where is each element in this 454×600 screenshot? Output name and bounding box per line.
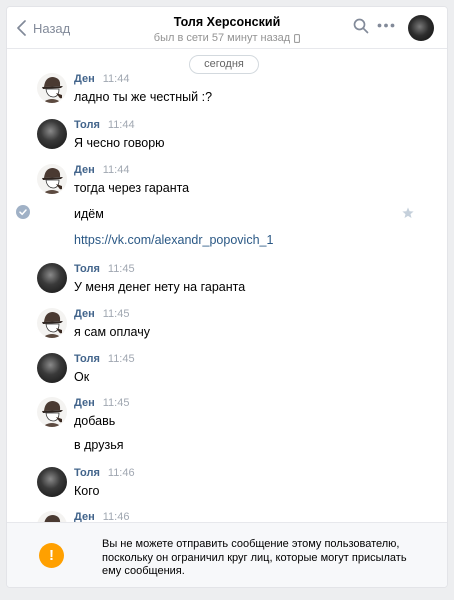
date-divider: сегодня <box>189 55 259 74</box>
avatar[interactable] <box>37 397 67 427</box>
avatar[interactable] <box>37 119 67 149</box>
message-time[interactable]: 11:46 <box>108 467 135 479</box>
message-time[interactable]: 11:45 <box>103 397 130 409</box>
message-text: Кого <box>74 484 100 498</box>
message-meta: Толя 11:45 <box>74 263 135 275</box>
message-time[interactable]: 11:44 <box>103 73 130 85</box>
warning-icon: ! <box>39 543 64 568</box>
avatar[interactable] <box>37 511 67 522</box>
search-icon[interactable] <box>353 18 369 34</box>
chat-window: Назад Толя Херсонский был в сети 57 мину… <box>6 6 448 588</box>
online-status: был в сети 57 минут назад <box>153 32 291 44</box>
message-meta: Ден 11:44 <box>74 73 129 85</box>
message-history[interactable]: сегодня Ден 11:44 ладно ты же честный :?… <box>7 49 447 522</box>
message-time[interactable]: 11:44 <box>108 119 135 131</box>
message-text: в друзья <box>74 438 124 452</box>
detective-avatar-icon <box>42 77 63 103</box>
author-name[interactable]: Ден <box>74 164 95 176</box>
message-time[interactable]: 11:46 <box>103 511 130 522</box>
author-name[interactable]: Толя <box>74 119 100 131</box>
chat-title-block[interactable]: Толя Херсонский был в сети 57 минут наза… <box>147 15 307 44</box>
mobile-phone-icon <box>294 33 301 43</box>
message-meta: Толя 11:44 <box>74 119 135 131</box>
message-time[interactable]: 11:45 <box>108 353 135 365</box>
author-name[interactable]: Ден <box>74 511 95 522</box>
detective-avatar-icon <box>42 168 63 194</box>
message-meta: Ден 11:45 <box>74 308 129 320</box>
message-link[interactable]: https://vk.com/alexandr_popovich_1 <box>74 233 273 247</box>
author-name[interactable]: Толя <box>74 467 100 479</box>
message-meta: Ден 11:46 <box>74 511 129 522</box>
message-text: добавь <box>74 414 116 428</box>
message-text: идём <box>74 207 104 221</box>
chat-title: Толя Херсонский <box>173 15 281 29</box>
more-icon[interactable] <box>377 23 395 28</box>
restriction-notice: ! Вы не можете отправить сообщение этому… <box>7 522 447 587</box>
avatar[interactable] <box>37 164 67 194</box>
message-text: Я чесно говорю <box>74 136 165 150</box>
detective-avatar-icon <box>44 515 61 522</box>
chat-status-row: был в сети 57 минут назад <box>147 32 307 44</box>
chat-avatar[interactable] <box>408 15 434 41</box>
author-name[interactable]: Ден <box>74 397 95 409</box>
author-name[interactable]: Толя <box>74 263 100 275</box>
avatar[interactable] <box>37 308 67 338</box>
message-text: Ок <box>74 370 90 384</box>
back-label: Назад <box>33 20 71 36</box>
message-time[interactable]: 11:44 <box>103 164 130 176</box>
check-circle-icon[interactable] <box>16 205 30 219</box>
avatar[interactable] <box>37 263 67 293</box>
message-meta: Толя 11:45 <box>74 353 135 365</box>
message-meta: Ден 11:44 <box>74 164 129 176</box>
message-time[interactable]: 11:45 <box>108 263 135 275</box>
notice-text: Вы не можете отправить сообщение этому п… <box>102 538 407 577</box>
message-meta: Толя 11:46 <box>74 467 135 479</box>
message-text: я сам оплачу <box>74 325 150 339</box>
message-text: У меня денег нету на гаранта <box>74 280 246 294</box>
author-name[interactable]: Ден <box>74 308 95 320</box>
back-button[interactable]: Назад <box>17 17 70 39</box>
message-text: тогда через гаранта <box>74 181 190 195</box>
avatar[interactable] <box>37 467 67 497</box>
author-name[interactable]: Ден <box>74 73 95 85</box>
chat-header: Назад Толя Херсонский был в сети 57 мину… <box>7 7 447 49</box>
author-name[interactable]: Толя <box>74 353 100 365</box>
star-icon[interactable] <box>402 207 414 219</box>
avatar[interactable] <box>37 353 67 383</box>
avatar[interactable] <box>37 73 67 103</box>
message-text: ладно ты же честный :? <box>74 90 213 104</box>
detective-avatar-icon <box>42 401 63 427</box>
chevron-left-icon <box>17 20 26 36</box>
detective-avatar-icon <box>42 312 63 338</box>
message-meta: Ден 11:45 <box>74 397 129 409</box>
message-time[interactable]: 11:45 <box>103 308 130 320</box>
